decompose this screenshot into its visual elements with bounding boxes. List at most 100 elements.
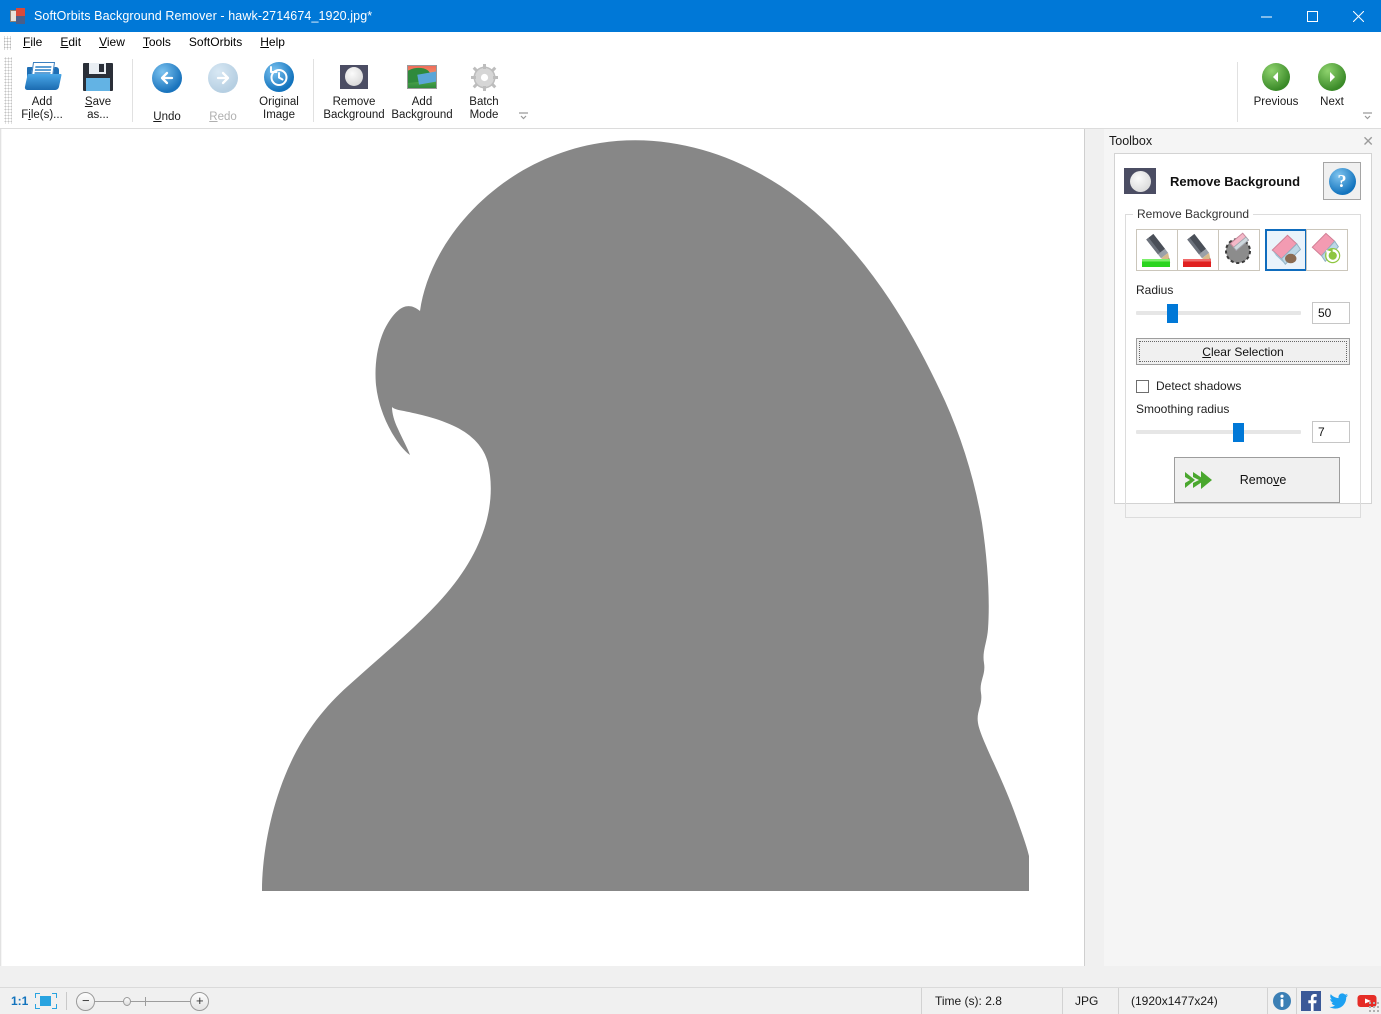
next-arrow-icon (1315, 60, 1349, 94)
clear-selection-button[interactable]: Clear Selection (1136, 338, 1350, 365)
menu-file-rest: ile (30, 35, 43, 49)
title-bar: SoftOrbits Background Remover - hawk-271… (0, 0, 1381, 32)
remove-background-button[interactable]: Remove Background (320, 56, 388, 124)
help-icon: ? (1328, 167, 1356, 195)
remove-background-fieldset: Remove Background Radius 50 Clear Select… (1125, 207, 1361, 518)
dimensions-status: (1920x1477x24) (1131, 994, 1218, 1008)
radius-label: Radius (1136, 283, 1174, 297)
menu-item-file[interactable]: File (14, 33, 51, 52)
previous-button[interactable]: Previous (1248, 56, 1304, 124)
smoothing-radius-slider[interactable] (1136, 422, 1301, 442)
green-double-arrow-icon (1175, 469, 1221, 491)
help-button[interactable]: ? (1323, 162, 1361, 200)
minimize-button[interactable] (1243, 0, 1289, 32)
smoothing-radius-slider-track (1136, 430, 1301, 434)
zoom-slider[interactable] (95, 996, 191, 1006)
toolbar-grip-handle[interactable] (4, 57, 12, 124)
facebook-icon[interactable] (1301, 991, 1321, 1011)
add-files-label: Add File(s)... (21, 96, 63, 121)
remove-button[interactable]: Remove (1174, 457, 1340, 503)
menu-item-view[interactable]: View (90, 33, 134, 52)
time-status: Time (s): 2.8 (935, 994, 1002, 1008)
remove-background-icon (1124, 168, 1156, 194)
application-window: SoftOrbits Background Remover - hawk-271… (0, 0, 1381, 1014)
original-image-button[interactable]: Original Image (251, 56, 307, 124)
toolbar-group-file: Add File(s)... Save as... (14, 53, 126, 128)
menu-edit-rest: dit (68, 35, 82, 49)
focus-ring (1139, 341, 1347, 362)
toolbar-overflow-button-right[interactable] (1360, 107, 1381, 128)
zoom-in-button[interactable]: + (190, 991, 210, 1011)
radius-slider[interactable] (1136, 303, 1301, 323)
add-files-button[interactable]: Add File(s)... (14, 56, 70, 124)
detect-shadows-row[interactable]: Detect shadows (1136, 379, 1350, 393)
status-divider-5 (1267, 987, 1268, 1014)
menu-item-softorbits[interactable]: SoftOrbits (180, 33, 251, 52)
add-background-label: Add Background (391, 96, 453, 121)
original-image-label: Original Image (259, 96, 299, 121)
batch-mode-label: Batch Mode (469, 96, 499, 121)
image-canvas[interactable] (0, 129, 1085, 966)
toolbar-group-navigation: Previous Next (1231, 53, 1381, 128)
mark-foreground-green-marker[interactable] (1136, 229, 1178, 271)
batch-mode-button[interactable]: Batch Mode (456, 56, 512, 124)
smoothing-radius-slider-thumb[interactable] (1233, 423, 1245, 442)
zoom-ratio-label: 1:1 (11, 994, 29, 1008)
radius-slider-track (1136, 311, 1301, 315)
resize-grip[interactable] (1368, 1001, 1379, 1012)
save-as-label: Save as... (84, 96, 112, 121)
toolbox-tool-title: Remove Background (1170, 173, 1301, 189)
menu-item-tools[interactable]: Tools (134, 33, 180, 52)
twitter-icon[interactable] (1329, 991, 1349, 1011)
previous-label: Previous (1253, 96, 1299, 108)
menu-item-edit[interactable]: Edit (51, 33, 90, 52)
next-label: Next (1320, 96, 1344, 108)
format-status: JPG (1075, 994, 1099, 1008)
menu-item-help[interactable]: Help (251, 33, 294, 52)
tool-button-row (1136, 229, 1350, 271)
toolbar: Add File(s)... Save as... Undo Redo Orig… (0, 53, 1381, 129)
hawk-silhouette (262, 140, 1029, 892)
next-button[interactable]: Next (1304, 56, 1360, 124)
add-background-button[interactable]: Add Background (388, 56, 456, 124)
close-button[interactable] (1335, 0, 1381, 32)
toolbar-separator-3 (1237, 62, 1238, 122)
toolbox-panel: Toolbox ✕ Remove Background ? Remove Bac… (1104, 129, 1381, 966)
menu-grip-handle[interactable] (4, 35, 11, 50)
radius-value-input[interactable]: 50 (1312, 302, 1350, 324)
status-divider-6 (1296, 987, 1297, 1014)
toolbox-title: Toolbox (1109, 134, 1153, 148)
redo-button[interactable]: Redo (195, 56, 251, 124)
radius-slider-thumb[interactable] (1167, 304, 1179, 323)
status-bar: 1:1 − + Time (s): 2.8 JPG (1920x1477x24) (0, 987, 1381, 1014)
original-image-icon (262, 60, 296, 94)
save-as-button[interactable]: Save as... (70, 56, 126, 124)
maximize-button[interactable] (1289, 0, 1335, 32)
remove-background-label: Remove Background (323, 96, 385, 121)
save-as-icon (81, 60, 115, 94)
restore-eraser-icon[interactable] (1306, 229, 1348, 271)
status-divider-1 (66, 992, 68, 1010)
zoom-slider-thumb[interactable] (123, 996, 132, 1006)
redo-icon (206, 61, 240, 95)
fit-to-window-icon[interactable] (35, 993, 58, 1009)
info-icon[interactable] (1272, 991, 1292, 1011)
toolbar-separator-1 (132, 59, 133, 122)
detect-shadows-label: Detect shadows (1156, 379, 1242, 393)
add-files-icon (24, 60, 62, 94)
zoom-control: − + (76, 991, 210, 1011)
eraser-selection-icon[interactable] (1218, 229, 1260, 271)
toolbar-group-background: Remove Background Add Background Batch M… (320, 53, 529, 128)
undo-button[interactable]: Undo (139, 56, 195, 124)
redo-label: Redo (209, 111, 237, 123)
window-title: SoftOrbits Background Remover - hawk-271… (34, 9, 373, 23)
detect-shadows-checkbox[interactable] (1136, 379, 1149, 393)
smoothing-radius-value-input[interactable]: 7 (1312, 421, 1350, 443)
smoothing-radius-label: Smoothing radius (1136, 402, 1230, 416)
zoom-out-button[interactable]: − (76, 991, 96, 1011)
close-icon[interactable]: ✕ (1362, 134, 1374, 148)
mark-background-red-marker[interactable] (1177, 229, 1219, 271)
menu-help-rest: elp (268, 35, 285, 49)
toolbar-overflow-button[interactable] (512, 107, 529, 128)
magic-eraser-icon[interactable] (1265, 229, 1307, 271)
